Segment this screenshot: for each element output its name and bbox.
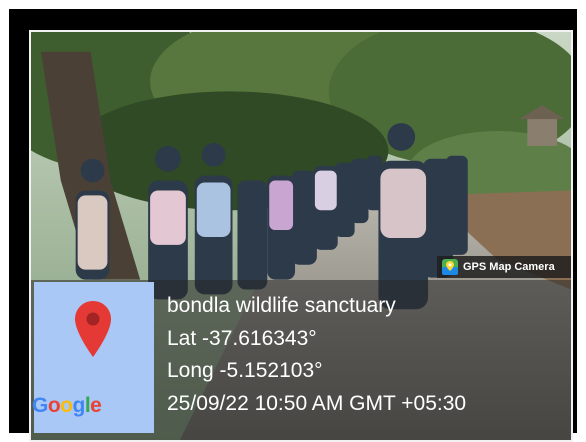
photo-frame: GPS Map Camera Google bondla wildlife sa… [9,9,577,442]
google-logo: Google [32,394,102,417]
photo-area: GPS Map Camera Google bondla wildlife sa… [29,30,573,442]
map-pin-icon [75,301,111,357]
timestamp: 25/09/22 10:50 AM GMT +05:30 [167,391,467,415]
gps-map-camera-badge: GPS Map Camera [437,256,571,278]
map-thumbnail: Google [32,282,154,433]
latitude: Lat -37.616343° [167,326,317,350]
longitude: Long -5.152103° [167,359,323,382]
gps-map-camera-label: GPS Map Camera [463,261,555,273]
location-details: bondla wildlife sanctuary Lat -37.616343… [167,290,466,420]
place-name: bondla wildlife sanctuary [167,294,396,317]
gps-map-camera-icon [442,259,458,275]
